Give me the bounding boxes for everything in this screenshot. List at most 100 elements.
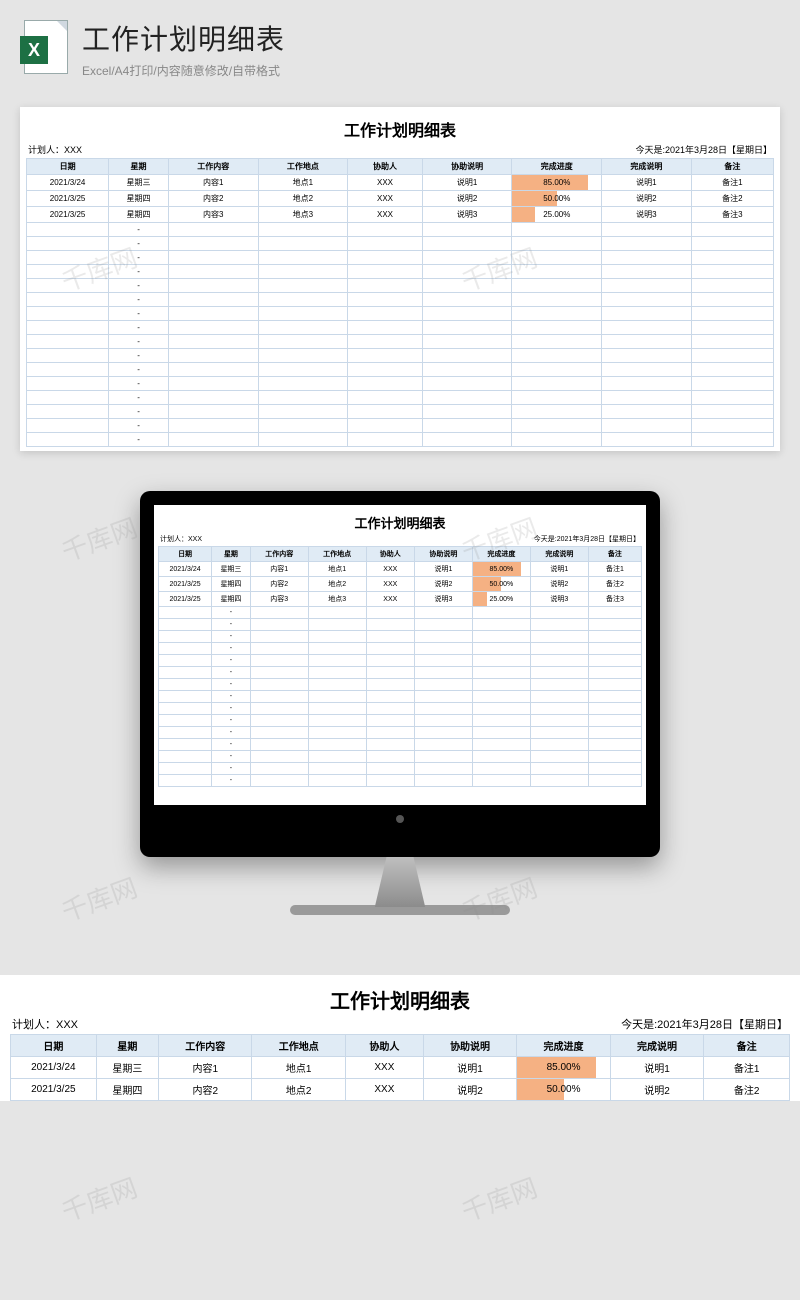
table-cell [472,619,530,631]
table-cell: - [212,775,251,787]
table-cell [472,631,530,643]
table-cell [588,727,641,739]
table-cell [168,279,258,293]
table-cell [159,715,212,727]
table-cell [27,251,109,265]
table-cell [512,321,602,335]
table-cell [602,363,692,377]
table-row: - [27,279,774,293]
table-cell [168,265,258,279]
table-cell [602,223,692,237]
table-cell [159,739,212,751]
table-cell [348,293,423,307]
table-cell [414,607,472,619]
table-cell: 备注1 [588,562,641,577]
table-cell: 内容1 [250,562,308,577]
table-cell [414,631,472,643]
column-header: 星期 [109,159,169,175]
table-cell: 地点3 [308,592,366,607]
table-cell: - [212,763,251,775]
table-cell [308,727,366,739]
table-cell [414,715,472,727]
column-header: 工作内容 [250,547,308,562]
table-cell [530,607,588,619]
column-header: 完成说明 [530,547,588,562]
table-cell [366,679,414,691]
column-header: 日期 [27,159,109,175]
table-row: 2021/3/25星期四内容2地点2XXX说明250.00%说明2备注2 [11,1079,790,1101]
table-cell [472,715,530,727]
table-cell [414,643,472,655]
table-cell [588,631,641,643]
table-cell: - [212,607,251,619]
table-cell [27,293,109,307]
table-cell [250,667,308,679]
table-cell [530,727,588,739]
column-header: 完成进度 [512,159,602,175]
table-row: - [159,703,642,715]
table-row: 2021/3/25星期四内容2地点2XXX说明250.00%说明2备注2 [27,191,774,207]
column-header: 工作地点 [308,547,366,562]
table-cell: XXX [366,562,414,577]
table-cell [366,667,414,679]
table-cell [414,667,472,679]
table-cell [422,265,512,279]
page-title: 工作计划明细表 [82,18,780,58]
table-cell [512,265,602,279]
table-cell [27,223,109,237]
column-header: 工作内容 [168,159,258,175]
table-cell: 说明2 [422,191,512,207]
table-cell [691,377,773,391]
watermark: 千库网 [456,1168,542,1229]
column-header: 完成进度 [472,547,530,562]
table-cell [588,703,641,715]
table-cell: 2021/3/25 [159,577,212,592]
table-cell: 内容2 [168,191,258,207]
table-cell [512,223,602,237]
table-row: - [159,643,642,655]
table-cell [250,631,308,643]
table-cell [602,251,692,265]
table-cell [27,349,109,363]
table-cell [159,727,212,739]
table-row: 2021/3/24星期三内容1地点1XXX说明185.00%说明1备注1 [27,175,774,191]
table-cell [27,405,109,419]
table-cell: 说明2 [610,1079,703,1101]
table-cell [366,763,414,775]
table-row: - [27,321,774,335]
table-cell [348,391,423,405]
table-row: - [159,619,642,631]
table-cell [159,643,212,655]
table-cell: 说明1 [414,562,472,577]
table-cell [691,405,773,419]
table-cell: 备注3 [588,592,641,607]
table-row: - [159,655,642,667]
table-cell [691,321,773,335]
table-cell [258,433,348,447]
table-header-row: 日期星期工作内容工作地点协助人协助说明完成进度完成说明备注 [27,159,774,175]
table-cell: XXX [366,577,414,592]
table-cell [258,223,348,237]
table-cell [422,307,512,321]
table-cell: 说明1 [610,1057,703,1079]
table-cell [530,631,588,643]
table-row: - [27,335,774,349]
table-cell [602,433,692,447]
table-cell [414,727,472,739]
table-row: - [159,727,642,739]
table-cell: - [109,293,169,307]
table-cell [258,391,348,405]
table-cell [348,377,423,391]
table-cell [250,655,308,667]
table-cell [530,715,588,727]
table-cell [250,763,308,775]
table-cell [414,739,472,751]
table-cell: 说明1 [423,1057,516,1079]
table-header-row: 日期星期工作内容工作地点协助人协助说明完成进度完成说明备注 [159,547,642,562]
table-cell: 星期三 [96,1057,158,1079]
table-cell: - [109,377,169,391]
table-cell [602,265,692,279]
table-cell [27,363,109,377]
column-header: 星期 [96,1035,158,1057]
table-cell [512,251,602,265]
